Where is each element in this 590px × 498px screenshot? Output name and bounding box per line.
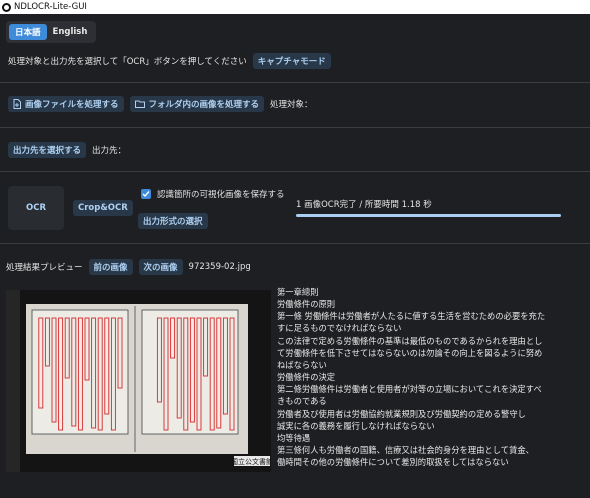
ocr-result-line: 労働條件の原則 xyxy=(277,299,336,310)
ocr-result-line: 労働條件の決定 xyxy=(277,372,336,383)
ocr-button[interactable]: OCR xyxy=(8,186,64,230)
divider xyxy=(0,171,590,172)
document-scan: 国立公文書館 xyxy=(6,290,271,472)
folder-icon xyxy=(134,100,145,108)
process-folder-label: フォルダ内の画像を処理する xyxy=(148,100,260,110)
instruction-text: 処理対象と出力先を選択して「OCR」ボタンを押してください xyxy=(8,57,247,67)
divider xyxy=(0,82,590,83)
document-stamp: 国立公文書館 xyxy=(231,457,271,466)
select-output-button[interactable]: 出力先を選択する xyxy=(8,142,87,158)
ocr-result-text: 第一章總則労働條件の原則 第一條 労働條件は労働者が人たるに値する生活を営むための… xyxy=(277,286,587,468)
preview-filename: 972359-02.jpg xyxy=(188,262,251,272)
ocr-result-line: 誠実に各の義務を履行しなければならない xyxy=(277,420,435,431)
crop-ocr-row: Crop&OCR xyxy=(73,200,133,216)
ocr-result-line: すに足るものでなければならない xyxy=(277,323,402,334)
prev-image-button[interactable]: 前の画像 xyxy=(88,259,133,275)
process-image-file-button[interactable]: 画像ファイルを処理する xyxy=(8,96,124,112)
output-format-button[interactable]: 出力形式の選択 xyxy=(138,213,208,229)
progress-fill xyxy=(296,214,561,217)
ocr-result-line: きものである xyxy=(277,396,327,407)
document-preview-image: 国立公文書館 xyxy=(6,290,271,472)
process-image-file-label: 画像ファイルを処理する xyxy=(25,100,119,110)
capture-mode-button[interactable]: キャプチャモード xyxy=(252,53,331,69)
check-icon xyxy=(142,191,150,198)
source-row: 画像ファイルを処理する フォルダ内の画像を処理する 処理対象： xyxy=(8,96,313,112)
divider xyxy=(0,243,590,244)
divider xyxy=(0,127,590,128)
lang-japanese-button[interactable]: 日本語 xyxy=(9,24,47,40)
ocr-result-line: この法律で定める労働條件の基準は最低のものであるかられを理由とし xyxy=(277,335,543,346)
crop-ocr-button[interactable]: Crop&OCR xyxy=(73,200,133,216)
language-toggle: 日本語 English xyxy=(6,21,97,43)
output-label: 出力先： xyxy=(92,146,127,156)
ocr-result-line: 働時間その他の労働條件について差別的取扱をしてはならない xyxy=(277,457,509,468)
app-icon xyxy=(2,2,11,12)
ocr-result-line: 労働者及び使用者は労働協約就業規則及び労働契約の定める警守し xyxy=(277,408,526,419)
ocr-result-line: 均等待遇 xyxy=(277,432,311,443)
ocr-result-line: 第三條何人も労働者の国籍、信療又は社会的身分を理由として賃金、 xyxy=(277,445,534,456)
ocr-result-line: 第一章總則 xyxy=(277,287,319,297)
ocr-result-line: ねばならない xyxy=(277,359,327,370)
output-row: 出力先を選択する 出力先： xyxy=(8,142,126,158)
status-row: 1 画像OCR完了 / 所要時間 1.18 秒 xyxy=(296,198,432,210)
window-title: NDLOCR-Lite-GUI xyxy=(14,2,87,12)
save-visualization-row[interactable]: 認識箇所の可視化画像を保存する xyxy=(141,188,285,200)
output-format-row: 出力形式の選択 xyxy=(138,213,208,229)
status-text: 1 画像OCR完了 / 所要時間 1.18 秒 xyxy=(296,200,432,210)
preview-header: 処理結果プレビュー 前の画像 次の画像 972359-02.jpg xyxy=(6,259,251,275)
ocr-result-line: 第二條労働條件は労働者と使用者が対等の立場においてこれを決定すべ xyxy=(277,384,542,395)
next-image-button[interactable]: 次の画像 xyxy=(138,259,183,275)
preview-label: 処理結果プレビュー xyxy=(6,263,83,273)
title-bar: NDLOCR-Lite-GUI xyxy=(0,0,590,14)
save-visualization-label: 認識箇所の可視化画像を保存する xyxy=(157,190,285,200)
ocr-result-line: 第一條 労働條件は労働者が人たるに値する生活を営むための必要を充た xyxy=(277,311,546,322)
target-label: 処理対象： xyxy=(270,100,313,110)
ocr-result-line: て労働條件を低下させてはならないのは勿論その向上を図るように努め xyxy=(277,347,543,358)
file-plus-icon xyxy=(13,99,21,109)
instruction-row: 処理対象と出力先を選択して「OCR」ボタンを押してください キャプチャモード xyxy=(8,53,331,69)
progress-bar xyxy=(296,214,561,217)
process-folder-button[interactable]: フォルダ内の画像を処理する xyxy=(129,96,265,112)
lang-english-button[interactable]: English xyxy=(47,24,94,40)
save-visualization-checkbox[interactable] xyxy=(141,189,151,199)
